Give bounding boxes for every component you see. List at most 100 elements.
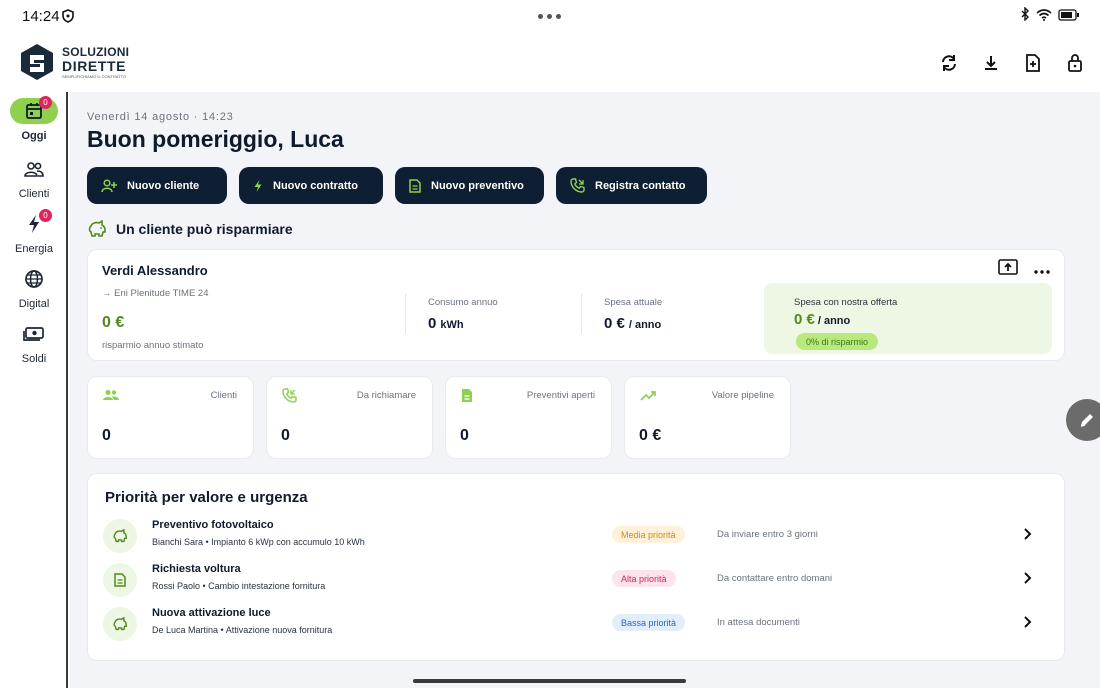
sidebar-item-clienti[interactable]: Clienti [0, 156, 68, 200]
current-date: Venerdì 14 agosto · 14:23 [87, 111, 234, 123]
priority-item-subtitle: Bianchi Sara • Impianto 6 kWp con accumu… [152, 537, 365, 547]
offer-spend-unit: / anno [817, 315, 851, 327]
consumption-value: 0 [428, 315, 437, 332]
lock-button[interactable] [1062, 50, 1088, 76]
sidebar-item-label: Energia [15, 243, 53, 255]
priority-note: In attesa documenti [717, 617, 800, 628]
share-button[interactable] [998, 259, 1018, 280]
quick-actions: Nuovo cliente Nuovo contratto Nuovo prev… [87, 167, 707, 204]
sidebar-item-digital[interactable]: Digital [0, 266, 68, 310]
stat-card-open-quotes[interactable]: Preventivi aperti 0 [445, 376, 612, 459]
priority-badge: Media priorità [612, 526, 685, 543]
upload-icon [998, 259, 1018, 275]
log-contact-label: Registra contatto [595, 179, 686, 192]
home-indicator[interactable] [413, 679, 686, 683]
stat-label: Preventivi aperti [526, 390, 595, 401]
bolt-icon [254, 179, 262, 192]
document-icon [461, 388, 473, 408]
chevron-right-icon [1024, 572, 1032, 584]
piggy-bank-icon [88, 220, 106, 237]
new-document-button[interactable] [1020, 50, 1046, 76]
sidebar-item-soldi[interactable]: Soldi [0, 321, 68, 365]
sidebar-item-label: Oggi [21, 130, 47, 142]
current-spend-value: 0 € [604, 315, 625, 332]
people-icon [24, 162, 44, 177]
new-contract-label: Nuovo contratto [273, 179, 358, 192]
globe-icon [25, 270, 43, 288]
brand-logo[interactable]: SOLUZIONI DIRETTE SEMPLIFICHIAMO IL CONT… [18, 42, 129, 82]
priority-item-subtitle: Rossi Paolo • Cambio intestazione fornit… [152, 581, 326, 591]
wifi-icon [1036, 8, 1052, 26]
savings-section-title: Un cliente può risparmiare [87, 220, 293, 238]
offer-spend-label: Spesa con nostra offerta [794, 297, 898, 308]
priority-item-title: Nuova attivazione luce [152, 607, 271, 619]
brand-tagline: SEMPLIFICHIAMO IL CONTRATTO [62, 73, 127, 79]
sidebar-badge: 0 [39, 209, 52, 222]
download-button[interactable] [978, 50, 1004, 76]
current-spend-unit: / anno [628, 319, 662, 331]
edit-fab-button[interactable] [1066, 399, 1100, 441]
stat-card-clients[interactable]: Clienti 0 [87, 376, 254, 459]
stat-value: 0 € [639, 427, 662, 444]
sidebar-item-label: Soldi [21, 353, 47, 365]
priority-badge: Bassa priorità [612, 614, 686, 631]
sidebar-item-energia[interactable]: 0 Energia [0, 209, 68, 255]
current-spend-block: Spesa attuale 0 € / anno [604, 297, 662, 332]
list-item[interactable]: Preventivo fotovoltaico Bianchi Sara • I… [103, 516, 1053, 556]
status-time: 14:24 [22, 8, 60, 25]
download-icon [985, 56, 997, 70]
priority-note: Da inviare entro 3 giorni [717, 529, 818, 540]
new-client-label: Nuovo cliente [127, 179, 200, 192]
sidebar-nav: 0 Oggi Clienti 0 Energia Digital Soldi [0, 92, 68, 688]
priority-title: Priorità per valore e urgenza [105, 489, 308, 506]
stat-label: Da richiamare [356, 390, 416, 401]
sidebar-item-label: Digital [18, 298, 50, 310]
new-client-button[interactable]: Nuovo cliente [87, 167, 227, 204]
savings-label: risparmio annuo stimato [102, 340, 204, 351]
sidebar-item-label: Clienti [18, 188, 50, 200]
new-quote-button[interactable]: Nuovo preventivo [395, 167, 544, 204]
document-icon [409, 178, 421, 193]
client-savings-card[interactable]: Verdi Alessandro → Eni Plenitude TIME 24… [87, 249, 1065, 361]
priority-badge: Alta priorità [612, 570, 676, 587]
phone-icon [570, 178, 585, 193]
more-options-button[interactable] [1034, 261, 1050, 279]
stat-card-callbacks[interactable]: Da richiamare 0 [266, 376, 433, 459]
list-item[interactable]: Richiesta voltura Rossi Paolo • Cambio i… [103, 560, 1053, 600]
piggy-bank-icon [103, 519, 137, 553]
document-icon [103, 563, 137, 597]
pencil-icon [1080, 414, 1093, 427]
divider [581, 294, 582, 334]
log-contact-button[interactable]: Registra contatto [556, 167, 707, 204]
sync-icon [942, 55, 956, 71]
priority-note: Da contattare entro domani [717, 573, 833, 584]
sync-button[interactable] [936, 50, 962, 76]
app-header: SOLUZIONI DIRETTE SEMPLIFICHIAMO IL CONT… [0, 32, 1100, 92]
client-name: Verdi Alessandro [102, 263, 208, 278]
chevron-right-icon [1024, 616, 1032, 628]
multitask-dots-icon[interactable] [538, 14, 561, 19]
new-quote-label: Nuovo preventivo [431, 179, 524, 192]
stat-value: 0 [460, 427, 469, 444]
stat-value: 0 [102, 427, 111, 444]
stat-value: 0 [281, 427, 290, 444]
savings-value: 0 € [102, 314, 125, 331]
priority-panel: Priorità per valore e urgenza Preventivo… [87, 473, 1065, 661]
client-offer-line: → Eni Plenitude TIME 24 [102, 288, 209, 299]
divider [405, 294, 406, 334]
sidebar-item-oggi[interactable]: 0 Oggi [0, 96, 68, 142]
stat-label: Valore pipeline [711, 390, 774, 401]
offer-spend-block: Spesa con nostra offerta 0 € / anno 0% di… [764, 283, 1052, 354]
logo-mark-icon [21, 44, 53, 80]
sidebar-badge: 0 [39, 96, 52, 109]
trend-icon [640, 388, 656, 406]
new-contract-button[interactable]: Nuovo contratto [239, 167, 383, 204]
main-content: Venerdì 14 agosto · 14:23 Buon pomeriggi… [70, 92, 1100, 688]
stat-card-pipeline[interactable]: Valore pipeline 0 € [624, 376, 791, 459]
phone-callback-icon [282, 388, 297, 408]
brand-line2: DIRETTE [62, 57, 127, 74]
money-icon [23, 327, 44, 341]
list-item[interactable]: Nuova attivazione luce De Luca Martina •… [103, 604, 1053, 644]
stat-label: Clienti [210, 390, 237, 401]
page-title: Buon pomeriggio, Luca [87, 126, 344, 152]
